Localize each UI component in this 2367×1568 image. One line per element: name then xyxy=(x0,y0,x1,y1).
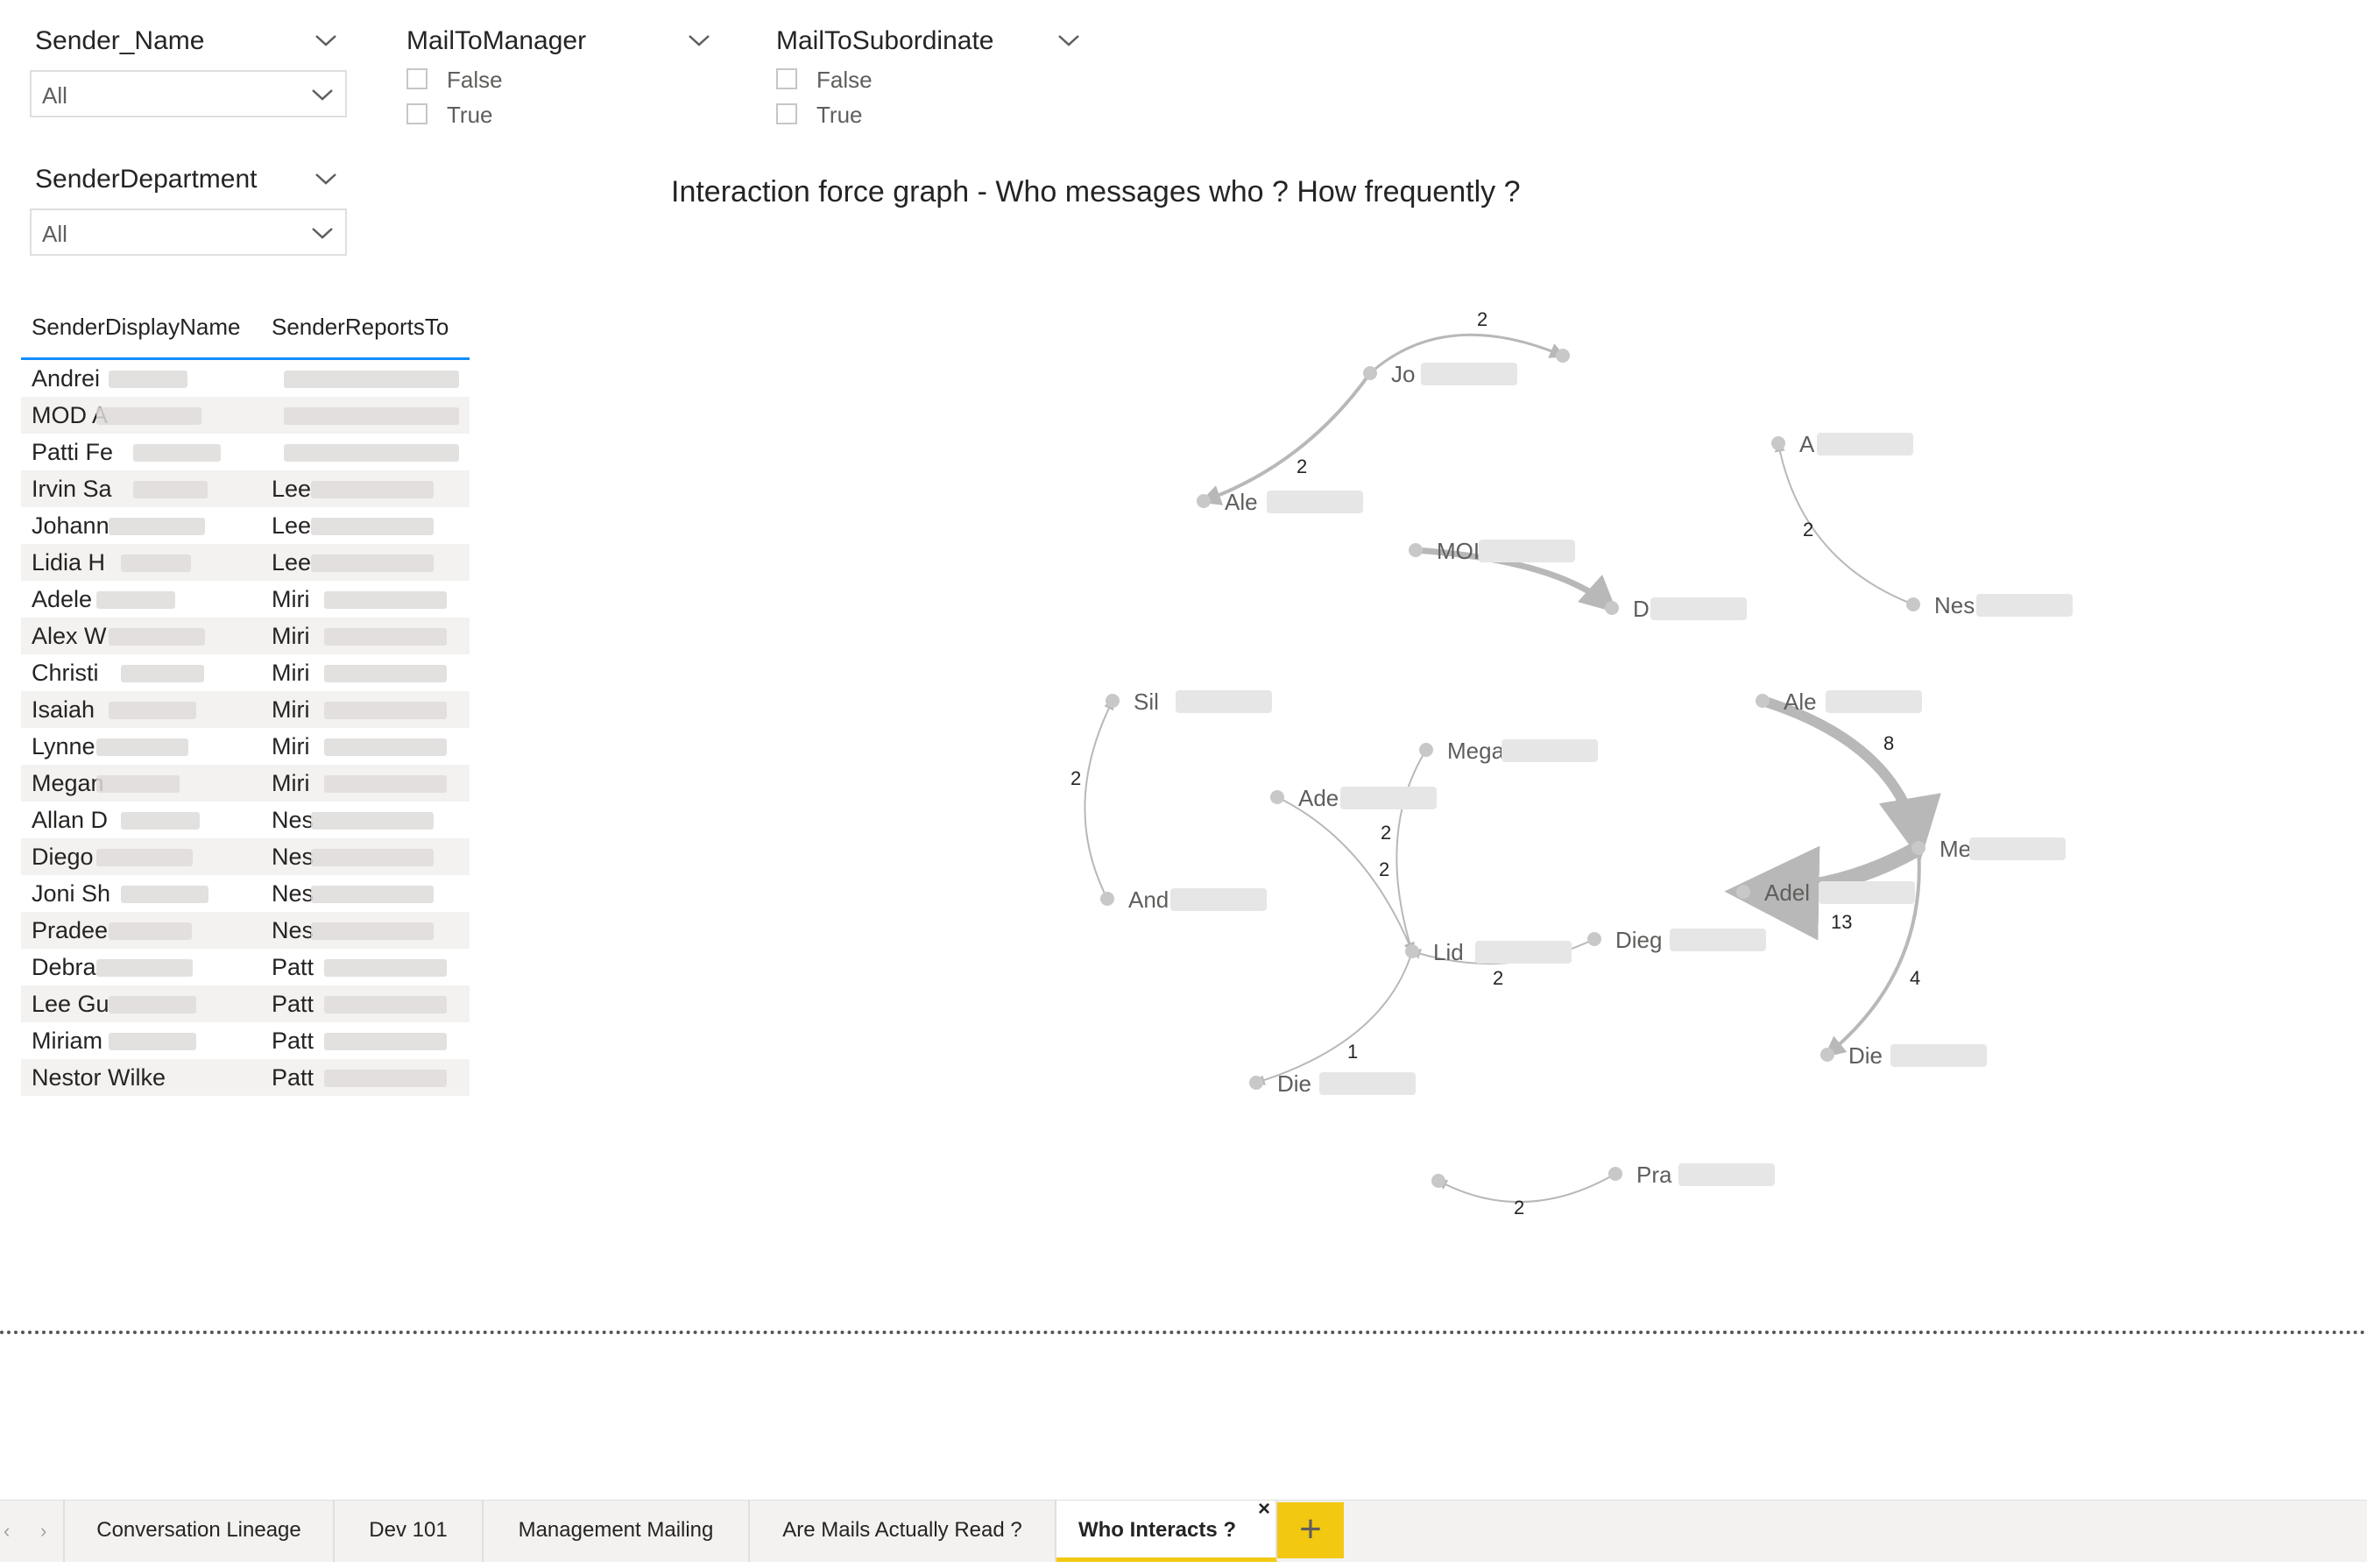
tab-label: Conversation Lineage xyxy=(96,1518,301,1542)
node-label: Dieg xyxy=(1615,927,1662,953)
graph-node[interactable] xyxy=(1363,366,1377,380)
redacted-text xyxy=(1969,837,2066,860)
node-label: Nes xyxy=(1934,592,1975,618)
node-label: A xyxy=(1799,431,1815,457)
edge-weight-label: 2 xyxy=(1493,967,1503,989)
tab-label: Who Interacts ? xyxy=(1078,1518,1236,1542)
edge-weight-label: 13 xyxy=(1831,911,1852,933)
node-label: And xyxy=(1128,886,1169,913)
tab-management-mailing[interactable]: Management Mailing xyxy=(484,1501,750,1562)
node-label: Die xyxy=(1277,1070,1311,1097)
redacted-text xyxy=(1340,787,1437,809)
redacted-text xyxy=(1678,1163,1775,1186)
graph-edge[interactable] xyxy=(1761,696,1941,861)
redacted-text xyxy=(1267,491,1363,513)
graph-edge[interactable] xyxy=(1436,1173,1616,1204)
graph-node[interactable] xyxy=(1270,790,1284,804)
node-label: Pra xyxy=(1636,1162,1672,1188)
redacted-text xyxy=(1170,888,1267,911)
graph-node[interactable] xyxy=(1911,841,1925,855)
force-graph: 2 2 2 2 2 2 2 1 8 13 4 2 Jo Ale A MOI D Nes Sil And Mega Ade… xyxy=(1070,308,2073,1218)
redacted-text xyxy=(1819,881,1915,904)
edge-weight-label: 2 xyxy=(1514,1197,1524,1218)
redacted-text xyxy=(1826,690,1922,713)
edge-weight-label: 2 xyxy=(1803,519,1813,540)
redacted-text xyxy=(1890,1044,1987,1067)
plus-icon: + xyxy=(1299,1508,1322,1550)
prev-page-arrow[interactable]: ‹ xyxy=(4,1520,10,1543)
redacted-text xyxy=(1176,690,1272,713)
node-label: Sil xyxy=(1134,689,1159,715)
edge-weight-label: 2 xyxy=(1477,308,1487,330)
redacted-text xyxy=(1475,941,1572,964)
graph-node[interactable] xyxy=(1820,1048,1834,1062)
node-label: Die xyxy=(1848,1042,1883,1069)
node-label: Mega xyxy=(1447,738,1505,764)
graph-edge[interactable] xyxy=(1254,950,1413,1085)
tab-label: Management Mailing xyxy=(518,1518,714,1542)
graph-edge[interactable] xyxy=(1084,698,1114,900)
node-label: Ale xyxy=(1225,489,1258,515)
report-divider xyxy=(0,1331,2367,1334)
graph-edge[interactable] xyxy=(1395,749,1427,954)
edge-weight-label: 2 xyxy=(1381,822,1391,844)
next-page-arrow[interactable]: › xyxy=(40,1520,46,1543)
close-icon[interactable]: × xyxy=(1253,1497,1270,1522)
graph-node[interactable] xyxy=(1906,597,1920,611)
node-label: Ale xyxy=(1784,689,1817,715)
graph-node[interactable] xyxy=(1249,1076,1263,1090)
graph-node[interactable] xyxy=(1405,944,1419,958)
graph-node[interactable] xyxy=(1431,1174,1445,1188)
redacted-text xyxy=(1670,929,1766,951)
redacted-text xyxy=(1650,597,1747,620)
graph-node[interactable] xyxy=(1106,694,1120,708)
tab-label: Are Mails Actually Read ? xyxy=(782,1518,1022,1542)
edge-weight-label: 8 xyxy=(1883,732,1894,754)
graph-node[interactable] xyxy=(1409,543,1423,557)
redacted-text xyxy=(1817,433,1913,456)
edge-weight-label: 2 xyxy=(1379,858,1389,880)
graph-node[interactable] xyxy=(1605,601,1619,615)
tab-label: Dev 101 xyxy=(369,1518,448,1542)
node-label: MOI xyxy=(1437,538,1480,564)
redacted-text xyxy=(1319,1072,1416,1095)
tab-conversation-lineage[interactable]: Conversation Lineage xyxy=(63,1501,335,1562)
graph-node[interactable] xyxy=(1556,349,1570,363)
tab-dev-101[interactable]: Dev 101 xyxy=(335,1501,484,1562)
node-label: Jo xyxy=(1391,361,1415,387)
graph-edge[interactable] xyxy=(1774,441,1914,605)
redacted-text xyxy=(1501,739,1598,762)
tab-who-interacts[interactable]: Who Interacts ? × xyxy=(1056,1497,1277,1562)
add-page-button[interactable]: + xyxy=(1277,1502,1344,1558)
redacted-text xyxy=(1421,363,1517,385)
graph-node[interactable] xyxy=(1608,1167,1622,1181)
edge-weight-label: 2 xyxy=(1297,456,1307,477)
graph-node[interactable] xyxy=(1197,494,1211,508)
graph-edge[interactable] xyxy=(1199,371,1372,505)
edge-weight-label: 2 xyxy=(1070,767,1081,789)
graph-node[interactable] xyxy=(1587,932,1601,946)
edge-weight-label: 4 xyxy=(1910,967,1920,989)
graph-node[interactable] xyxy=(1756,694,1770,708)
node-label: Lid xyxy=(1433,939,1464,965)
node-label: D xyxy=(1633,596,1650,622)
node-label: Ade xyxy=(1298,785,1339,811)
graph-node[interactable] xyxy=(1419,743,1433,757)
graph-node[interactable] xyxy=(1736,885,1750,899)
redacted-text xyxy=(1976,594,2073,617)
redacted-text xyxy=(1479,540,1575,562)
tab-are-mails-actually-read[interactable]: Are Mails Actually Read ? xyxy=(750,1501,1056,1562)
graph-node[interactable] xyxy=(1100,892,1114,906)
page-tab-bar: ‹ › Conversation Lineage Dev 101 Managem… xyxy=(0,1497,2367,1562)
edge-weight-label: 1 xyxy=(1347,1041,1358,1063)
graph-edge[interactable] xyxy=(1276,796,1414,954)
node-label: Me xyxy=(1940,836,1971,862)
node-label: Adel xyxy=(1764,879,1810,906)
graph-node[interactable] xyxy=(1771,436,1785,450)
